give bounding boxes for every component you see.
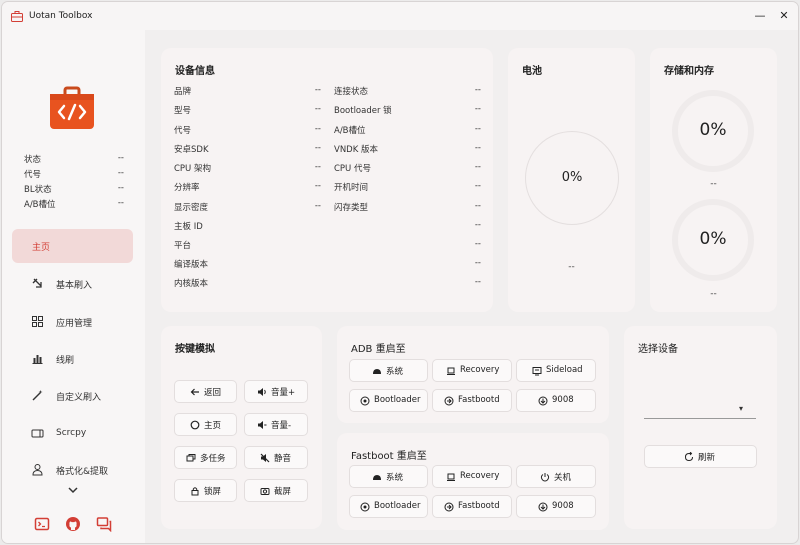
memory-percent: 0% bbox=[699, 229, 727, 249]
device-select-underline bbox=[644, 418, 756, 419]
fastboot-fastbootd-button[interactable]: Fastbootd bbox=[432, 495, 512, 518]
fastboot-bootloader-button[interactable]: Bootloader bbox=[349, 495, 428, 518]
select-device-title: 选择设备 bbox=[638, 344, 678, 355]
bootloader-icon bbox=[360, 396, 370, 406]
home-circle-icon bbox=[190, 420, 200, 430]
nav-custom-flash[interactable]: 自定义刷入 bbox=[12, 379, 133, 413]
key-volume-down-button[interactable]: 音量- bbox=[244, 413, 308, 436]
battery-status: -- bbox=[568, 262, 575, 272]
laptop-icon bbox=[447, 473, 455, 481]
app-window: Uotan Toolbox — ✕ 状态 -- 代号 -- BL状态 -- A/… bbox=[1, 1, 799, 544]
power-icon bbox=[540, 473, 550, 482]
storage-gauge: 0% bbox=[672, 90, 754, 172]
battery-card: 电池 0% -- bbox=[508, 48, 635, 312]
lock-icon bbox=[191, 487, 199, 496]
adb-reboot-card: ADB 重启至 系统 Recovery Sideload Bootloader … bbox=[337, 326, 609, 423]
battery-gauge: 0% bbox=[525, 131, 619, 225]
storage-memory-title: 存储和内存 bbox=[664, 66, 714, 77]
nav-format-extract[interactable]: 格式化&提取 bbox=[12, 453, 133, 487]
download-circle-icon bbox=[538, 502, 548, 512]
key-volume-up-button[interactable]: 音量+ bbox=[244, 380, 308, 403]
select-device-card: 选择设备 刷新 bbox=[624, 326, 777, 529]
chat-icon[interactable] bbox=[96, 516, 112, 532]
storage-status: -- bbox=[710, 179, 717, 189]
nav-app-manage[interactable]: 应用管理 bbox=[12, 305, 133, 339]
nav-scrcpy[interactable]: Scrcpy bbox=[12, 417, 133, 451]
fastbootd-icon bbox=[444, 502, 454, 512]
flash-icon bbox=[32, 278, 42, 288]
wand-icon bbox=[32, 390, 43, 401]
close-button[interactable]: ✕ bbox=[777, 9, 791, 23]
nav-line-flash[interactable]: 线刷 bbox=[12, 342, 133, 376]
github-icon[interactable] bbox=[65, 516, 81, 532]
app-logo bbox=[50, 86, 94, 129]
key-sim-card: 按键模拟 返回 音量+ 主页 音量- 多任务 静音 锁屏 截屏 bbox=[161, 326, 322, 529]
device-info-card: 设备信息 品牌 -- 型号 -- 代号 -- 安卓SDK -- CPU 架构 -- 分辨率… bbox=[161, 48, 493, 312]
battery-percent: 0% bbox=[561, 170, 583, 185]
nav-basic-flash[interactable]: 基本刷入 bbox=[12, 267, 133, 301]
user-icon bbox=[32, 464, 43, 476]
device-info-title: 设备信息 bbox=[175, 66, 215, 77]
chevron-down-icon[interactable] bbox=[66, 483, 80, 497]
refresh-icon bbox=[684, 452, 693, 462]
refresh-button[interactable]: 刷新 bbox=[644, 445, 757, 468]
storage-memory-card: 存储和内存 0% -- 0% -- bbox=[650, 48, 777, 312]
key-multitask-button[interactable]: 多任务 bbox=[174, 446, 237, 469]
adb-9008-button[interactable]: 9008 bbox=[516, 389, 596, 412]
key-screenshot-button[interactable]: 截屏 bbox=[244, 479, 308, 502]
battery-title: 电池 bbox=[522, 66, 542, 77]
toolbox-icon bbox=[11, 11, 23, 22]
title-bar[interactable]: Uotan Toolbox — ✕ bbox=[2, 2, 798, 30]
key-mute-button[interactable]: 静音 bbox=[244, 446, 308, 469]
fastboot-reboot-title: Fastboot 重启至 bbox=[351, 451, 427, 462]
back-arrow-icon bbox=[190, 388, 199, 396]
fastboot-system-button[interactable]: 系统 bbox=[349, 465, 428, 488]
device-select[interactable] bbox=[644, 404, 734, 416]
fastbootd-icon bbox=[444, 396, 454, 406]
memory-gauge: 0% bbox=[672, 199, 754, 281]
key-sim-title: 按键模拟 bbox=[175, 344, 215, 355]
adb-bootloader-button[interactable]: Bootloader bbox=[349, 389, 428, 412]
android-icon bbox=[373, 475, 381, 480]
fastboot-poweroff-button[interactable]: 关机 bbox=[516, 465, 596, 488]
adb-fastbootd-button[interactable]: Fastbootd bbox=[432, 389, 512, 412]
adb-recovery-button[interactable]: Recovery bbox=[432, 359, 512, 382]
nav-home[interactable]: 主页 bbox=[12, 229, 133, 263]
storage-percent: 0% bbox=[699, 120, 727, 140]
key-home-button[interactable]: 主页 bbox=[174, 413, 237, 436]
fastboot-reboot-card: Fastboot 重启至 系统 Recovery 关机 Bootloader F… bbox=[337, 433, 609, 530]
adb-reboot-title: ADB 重启至 bbox=[351, 344, 406, 355]
volume-down-icon bbox=[258, 421, 267, 429]
key-lock-button[interactable]: 锁屏 bbox=[174, 479, 237, 502]
sideload-icon bbox=[532, 367, 542, 376]
sidebar: 状态 -- 代号 -- BL状态 -- A/B槽位 -- 主页 基本刷入 应用管… bbox=[2, 30, 145, 543]
fastboot-recovery-button[interactable]: Recovery bbox=[432, 465, 512, 488]
adb-system-button[interactable]: 系统 bbox=[349, 359, 428, 382]
window-title: Uotan Toolbox bbox=[29, 11, 93, 21]
dropdown-arrow-icon[interactable]: ▾ bbox=[739, 404, 743, 413]
download-circle-icon bbox=[538, 396, 548, 406]
camera-icon bbox=[260, 488, 270, 495]
minimize-button[interactable]: — bbox=[753, 9, 767, 23]
adb-sideload-button[interactable]: Sideload bbox=[516, 359, 596, 382]
chart-icon bbox=[32, 355, 43, 364]
apps-icon bbox=[32, 316, 43, 327]
volume-up-icon bbox=[258, 388, 266, 396]
multitask-icon bbox=[186, 454, 196, 462]
screen-icon bbox=[31, 429, 44, 438]
bootloader-icon bbox=[360, 502, 370, 512]
laptop-icon bbox=[447, 367, 455, 375]
terminal-icon[interactable] bbox=[34, 516, 50, 532]
android-icon bbox=[373, 369, 381, 374]
memory-status: -- bbox=[710, 289, 717, 299]
mute-icon bbox=[260, 453, 270, 463]
key-back-button[interactable]: 返回 bbox=[174, 380, 237, 403]
fastboot-9008-button[interactable]: 9008 bbox=[516, 495, 596, 518]
